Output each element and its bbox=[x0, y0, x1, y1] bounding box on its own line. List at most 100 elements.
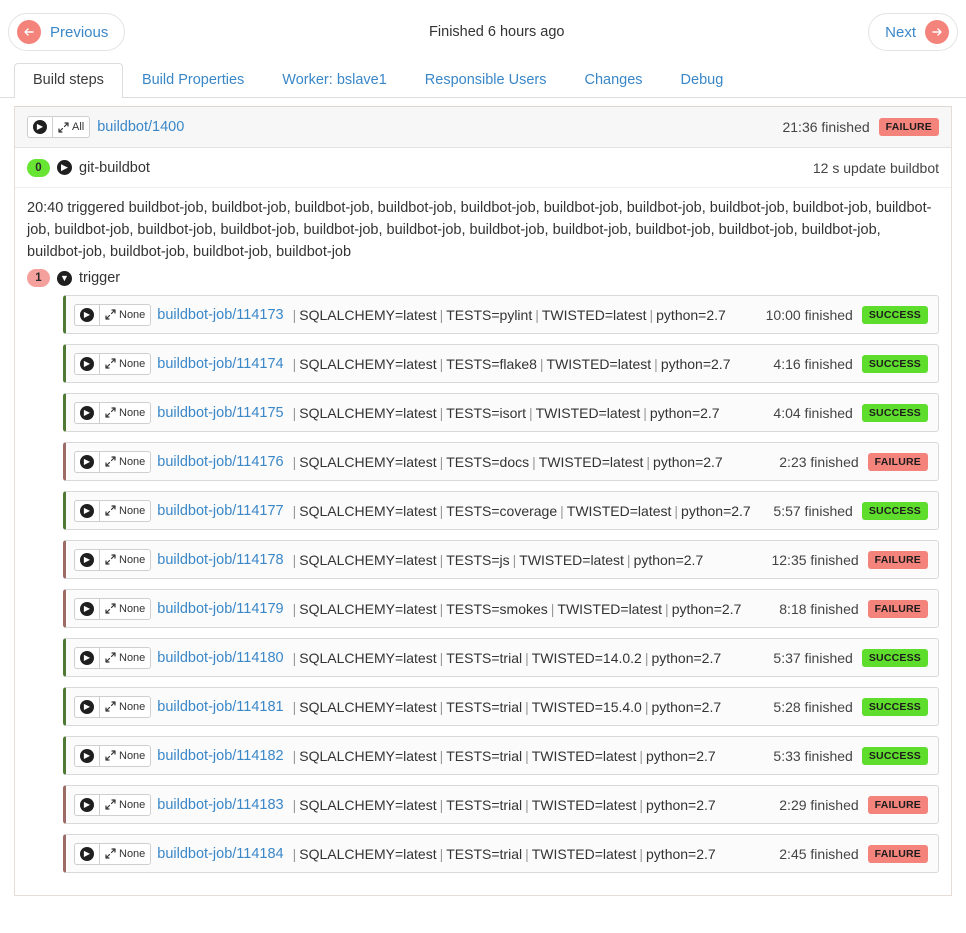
job-prop-twisted: TWISTED=latest bbox=[536, 405, 641, 421]
table-row[interactable]: ▶ None buildbot-job/114179 |SQLALCHEMY=l… bbox=[63, 589, 939, 628]
job-toggle-group: ▶ None bbox=[74, 843, 151, 865]
chevron-right-circle-icon[interactable]: ▶ bbox=[74, 304, 99, 326]
job-link[interactable]: buildbot-job/114184 bbox=[157, 846, 283, 862]
expand-none-button[interactable]: None bbox=[99, 304, 151, 326]
tab-debug[interactable]: Debug bbox=[662, 63, 743, 98]
job-prop-twisted: TWISTED=latest bbox=[532, 748, 637, 764]
table-row[interactable]: ▶ None buildbot-job/114173 |SQLALCHEMY=l… bbox=[63, 295, 939, 334]
tab-build-steps[interactable]: Build steps bbox=[14, 63, 123, 98]
tab-build-properties[interactable]: Build Properties bbox=[123, 63, 263, 98]
chevron-right-circle-icon[interactable]: ▶ bbox=[74, 500, 99, 522]
table-row[interactable]: ▶ None buildbot-job/114174 |SQLALCHEMY=l… bbox=[63, 344, 939, 383]
expand-arrows-icon bbox=[104, 505, 116, 517]
expand-none-button[interactable]: None bbox=[99, 843, 151, 865]
job-link[interactable]: buildbot-job/114179 bbox=[157, 601, 283, 617]
job-prop-sqlalchemy: SQLALCHEMY=latest bbox=[299, 356, 436, 372]
table-row[interactable]: ▶ None buildbot-job/114181 |SQLALCHEMY=l… bbox=[63, 687, 939, 726]
expand-none-label: None bbox=[119, 701, 145, 713]
tab-worker[interactable]: Worker: bslave1 bbox=[263, 63, 406, 98]
job-link[interactable]: buildbot-job/114173 bbox=[157, 307, 283, 323]
chevron-right-circle-icon[interactable]: ▶ bbox=[74, 451, 99, 473]
expand-none-button[interactable]: None bbox=[99, 402, 151, 424]
step-row-git-buildbot[interactable]: 0 ▶ git-buildbot 12 s update buildbot bbox=[15, 148, 951, 188]
job-prop-python: python=2.7 bbox=[661, 356, 731, 372]
table-row[interactable]: ▶ None buildbot-job/114183 |SQLALCHEMY=l… bbox=[63, 785, 939, 824]
job-link[interactable]: buildbot-job/114175 bbox=[157, 405, 283, 421]
job-prop-python: python=2.7 bbox=[634, 552, 704, 568]
chevron-right-circle-icon[interactable]: ▶ bbox=[74, 598, 99, 620]
job-duration: 5:37 finished bbox=[773, 650, 852, 666]
chevron-right-circle-icon[interactable]: ▶ bbox=[74, 745, 99, 767]
expand-none-label: None bbox=[119, 505, 145, 517]
job-link[interactable]: buildbot-job/114174 bbox=[157, 356, 283, 372]
expand-none-button[interactable]: None bbox=[99, 598, 151, 620]
job-prop-python: python=2.7 bbox=[650, 405, 720, 421]
job-prop-sqlalchemy: SQLALCHEMY=latest bbox=[299, 307, 436, 323]
job-result-badge: SUCCESS bbox=[862, 649, 928, 667]
step-count-badge: 0 bbox=[27, 159, 50, 177]
chevron-down-circle-icon[interactable]: ▼ bbox=[57, 271, 72, 286]
expand-none-button[interactable]: None bbox=[99, 647, 151, 669]
next-build-button[interactable]: Next bbox=[868, 13, 958, 51]
job-link[interactable]: buildbot-job/114176 bbox=[157, 454, 283, 470]
job-prop-tests: TESTS=trial bbox=[446, 650, 522, 666]
job-link[interactable]: buildbot-job/114177 bbox=[157, 503, 283, 519]
chevron-right-circle-icon[interactable]: ▶ bbox=[74, 549, 99, 571]
job-prop-tests: TESTS=isort bbox=[446, 405, 526, 421]
job-prop-sqlalchemy: SQLALCHEMY=latest bbox=[299, 748, 436, 764]
chevron-right-circle-icon[interactable]: ▶ bbox=[74, 647, 99, 669]
chevron-right-circle-icon[interactable]: ▶ bbox=[74, 353, 99, 375]
chevron-right-circle-icon[interactable]: ▶ bbox=[27, 116, 52, 138]
job-prop-twisted: TWISTED=latest bbox=[567, 503, 672, 519]
expand-none-button[interactable]: None bbox=[99, 500, 151, 522]
chevron-right-circle-icon[interactable]: ▶ bbox=[74, 843, 99, 865]
table-row[interactable]: ▶ None buildbot-job/114184 |SQLALCHEMY=l… bbox=[63, 834, 939, 873]
job-toggle-group: ▶ None bbox=[74, 402, 151, 424]
job-link[interactable]: buildbot-job/114182 bbox=[157, 748, 283, 764]
table-row[interactable]: ▶ None buildbot-job/114182 |SQLALCHEMY=l… bbox=[63, 736, 939, 775]
job-result-badge: FAILURE bbox=[868, 845, 928, 863]
expand-none-button[interactable]: None bbox=[99, 549, 151, 571]
job-link[interactable]: buildbot-job/114183 bbox=[157, 797, 283, 813]
job-toggle-group: ▶ None bbox=[74, 696, 151, 718]
job-prop-twisted: TWISTED=latest bbox=[547, 356, 652, 372]
step-name: git-buildbot bbox=[79, 160, 150, 176]
expand-all-button[interactable]: All bbox=[52, 116, 90, 138]
tab-responsible-users[interactable]: Responsible Users bbox=[406, 63, 566, 98]
expand-none-button[interactable]: None bbox=[99, 745, 151, 767]
build-link[interactable]: buildbot/1400 bbox=[97, 119, 184, 135]
job-prop-sqlalchemy: SQLALCHEMY=latest bbox=[299, 650, 436, 666]
job-result-badge: SUCCESS bbox=[862, 404, 928, 422]
expand-none-button[interactable]: None bbox=[99, 451, 151, 473]
chevron-right-circle-icon[interactable]: ▶ bbox=[74, 402, 99, 424]
job-duration: 2:29 finished bbox=[779, 797, 858, 813]
job-link[interactable]: buildbot-job/114178 bbox=[157, 552, 283, 568]
previous-build-button[interactable]: Previous bbox=[8, 13, 125, 51]
job-toggle-group: ▶ None bbox=[74, 304, 151, 326]
expand-none-button[interactable]: None bbox=[99, 353, 151, 375]
table-row[interactable]: ▶ None buildbot-job/114175 |SQLALCHEMY=l… bbox=[63, 393, 939, 432]
job-result-badge: SUCCESS bbox=[862, 747, 928, 765]
expand-none-button[interactable]: None bbox=[99, 794, 151, 816]
job-prop-python: python=2.7 bbox=[646, 846, 716, 862]
table-row[interactable]: ▶ None buildbot-job/114180 |SQLALCHEMY=l… bbox=[63, 638, 939, 677]
expand-none-button[interactable]: None bbox=[99, 696, 151, 718]
chevron-right-circle-icon[interactable]: ▶ bbox=[74, 794, 99, 816]
chevron-right-circle-icon[interactable]: ▶ bbox=[74, 696, 99, 718]
table-row[interactable]: ▶ None buildbot-job/114178 |SQLALCHEMY=l… bbox=[63, 540, 939, 579]
job-prop-twisted: TWISTED=latest bbox=[557, 601, 662, 617]
job-link[interactable]: buildbot-job/114181 bbox=[157, 699, 283, 715]
expand-arrows-icon bbox=[104, 848, 116, 860]
job-toggle-group: ▶ None bbox=[74, 353, 151, 375]
table-row[interactable]: ▶ None buildbot-job/114177 |SQLALCHEMY=l… bbox=[63, 491, 939, 530]
job-duration: 2:23 finished bbox=[779, 454, 858, 470]
expand-arrows-icon bbox=[104, 456, 116, 468]
tab-changes[interactable]: Changes bbox=[566, 63, 662, 98]
job-prop-tests: TESTS=flake8 bbox=[446, 356, 537, 372]
table-row[interactable]: ▶ None buildbot-job/114176 |SQLALCHEMY=l… bbox=[63, 442, 939, 481]
chevron-right-circle-icon[interactable]: ▶ bbox=[57, 160, 72, 175]
job-prop-twisted: TWISTED=latest bbox=[519, 552, 624, 568]
job-prop-tests: TESTS=trial bbox=[446, 699, 522, 715]
job-link[interactable]: buildbot-job/114180 bbox=[157, 650, 283, 666]
job-result-badge: FAILURE bbox=[868, 796, 928, 814]
